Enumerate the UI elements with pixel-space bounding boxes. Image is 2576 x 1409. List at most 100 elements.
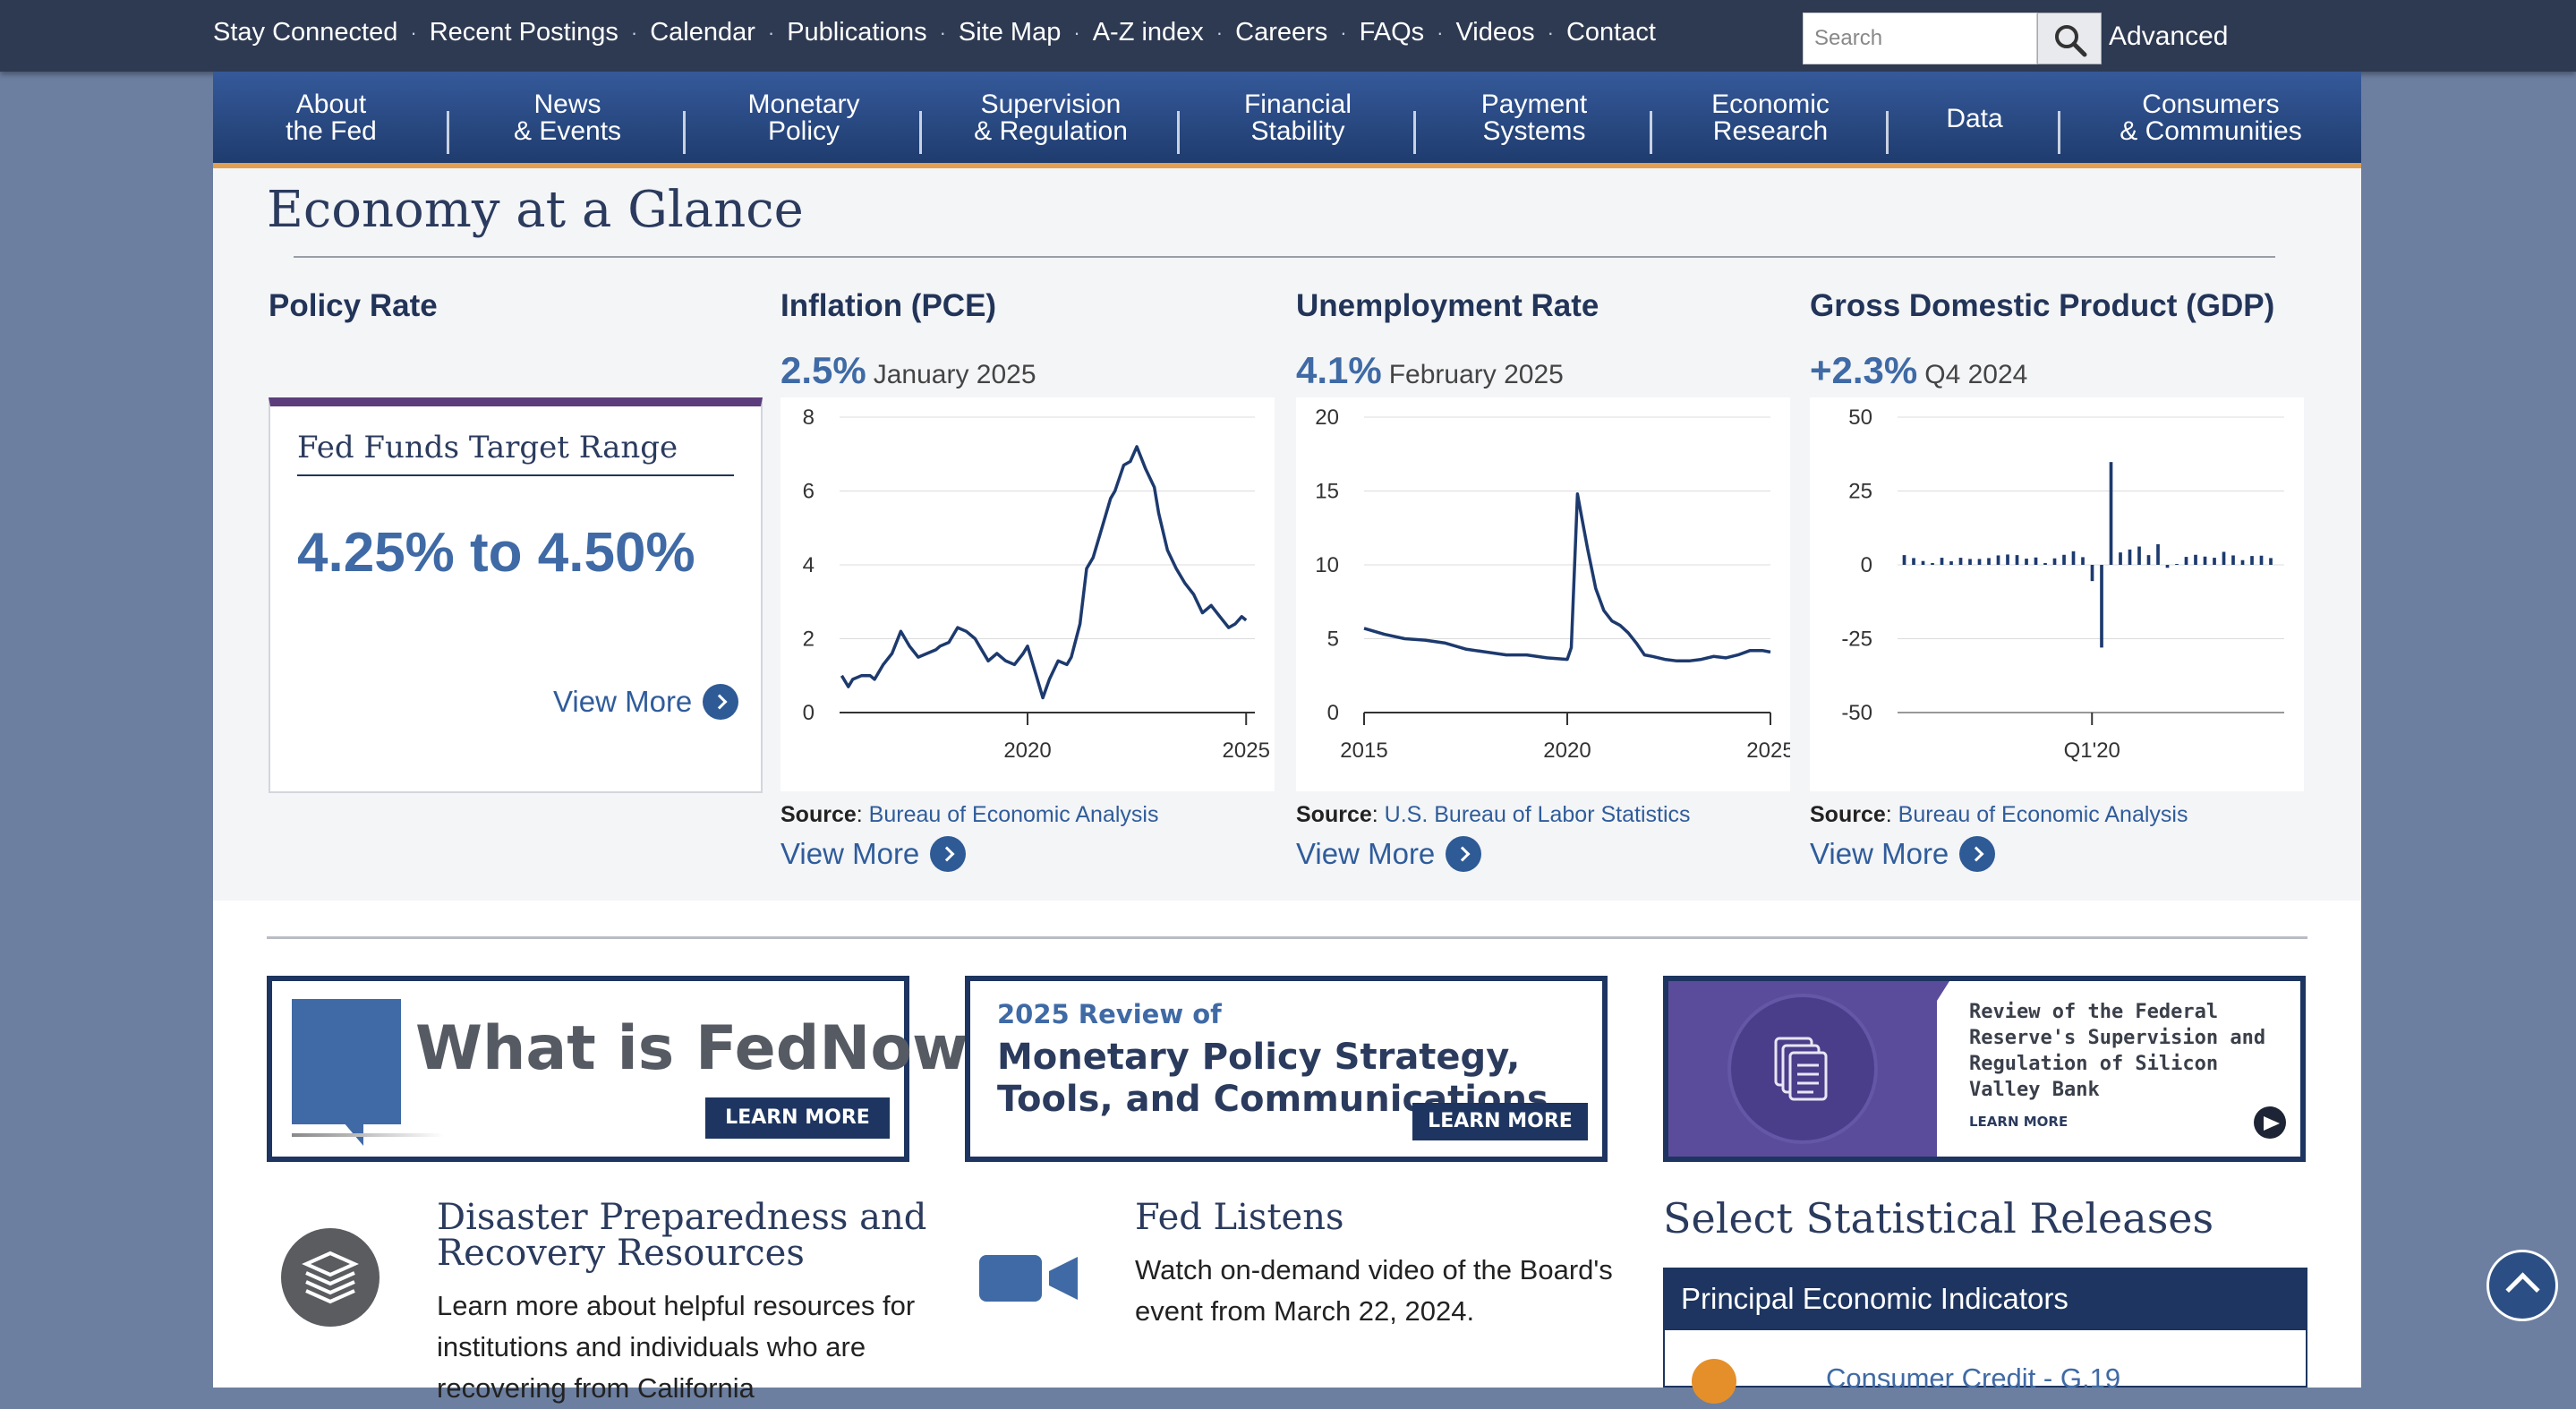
fed-listens-title[interactable]: Fed Listens <box>1135 1200 1343 1235</box>
bar <box>2240 559 2245 565</box>
inflation-view-more[interactable]: View More <box>780 836 967 872</box>
bar <box>2119 552 2122 565</box>
nav-label: About the Fed <box>286 90 377 146</box>
nav-financial-stability[interactable]: Financial Stability <box>1180 72 1416 163</box>
y-tick-label: 0 <box>803 701 815 725</box>
stack-icon <box>281 1228 380 1327</box>
arrow-right-icon <box>1959 836 1996 872</box>
divider <box>294 256 2275 258</box>
y-tick-label: 5 <box>1327 628 1339 652</box>
video-camera-icon <box>979 1255 1078 1302</box>
separator: · <box>630 21 638 44</box>
source-label: Source <box>1810 802 1886 827</box>
unemployment-period: February 2025 <box>1388 360 1564 389</box>
back-to-top-button[interactable] <box>2486 1250 2558 1321</box>
utility-link-contact[interactable]: Contact <box>1566 18 1656 47</box>
bar <box>2184 557 2188 565</box>
nav-news-events[interactable]: News & Events <box>449 72 686 163</box>
arrow-right-icon[interactable] <box>2254 1106 2286 1139</box>
policy-rate-heading: Policy Rate <box>269 288 438 323</box>
inflation-heading: Inflation (PCE) <box>780 288 997 323</box>
disaster-title[interactable]: Disaster Preparedness and Recovery Resou… <box>437 1200 938 1271</box>
unemployment-view-more[interactable]: View More <box>1296 836 1482 872</box>
y-tick-label: 15 <box>1315 480 1339 504</box>
nav-economic-research[interactable]: Economic Research <box>1652 72 1889 163</box>
bar <box>1921 560 1925 565</box>
svb-learn-more[interactable]: LEARN MORE <box>1969 1114 2068 1130</box>
bar <box>1940 558 1944 565</box>
utility-link-stay-connected[interactable]: Stay Connected <box>213 18 397 47</box>
search-input[interactable]: Search <box>1803 13 2037 64</box>
bar <box>1996 555 2000 565</box>
policy-rate-view-more[interactable]: View More <box>553 684 739 720</box>
search-button[interactable] <box>2037 13 2102 64</box>
unemployment-source: Source: U.S. Bureau of Labor Statistics <box>1296 802 1691 827</box>
x-tick-label: 2025 <box>1223 739 1270 763</box>
bar <box>2194 554 2197 565</box>
nav-supervision-regulation[interactable]: Supervision & Regulation <box>922 72 1180 163</box>
nav-about-the-fed[interactable]: About the Fed <box>213 72 449 163</box>
utility-link-az-index[interactable]: A-Z index <box>1093 18 1204 47</box>
unemployment-source-link[interactable]: U.S. Bureau of Labor Statistics <box>1385 802 1691 827</box>
utility-link-videos[interactable]: Videos <box>1455 18 1534 47</box>
stat-releases-header: Principal Economic Indicators <box>1665 1269 2306 1330</box>
utility-link-site-map[interactable]: Site Map <box>959 18 1061 47</box>
consumer-credit-link[interactable]: Consumer Credit - G.19 <box>1826 1362 2120 1395</box>
bar <box>2062 554 2066 565</box>
nav-label: Payment Systems <box>1480 90 1588 146</box>
nav-consumers-communities[interactable]: Consumers & Communities <box>2060 72 2361 163</box>
review-banner[interactable]: 2025 Review of Monetary Policy Strategy,… <box>965 976 1608 1162</box>
nav-label: Economic Research <box>1711 90 1830 146</box>
review-learn-more-button[interactable]: LEARN MORE <box>1412 1103 1588 1140</box>
inflation-chart: 0 2 4 6 8 2020 2025 <box>780 397 1275 791</box>
y-tick-label: 8 <box>803 406 815 430</box>
bar <box>1931 563 1934 565</box>
fed-funds-card: Fed Funds Target Range 4.25% to 4.50% Vi… <box>269 397 763 793</box>
bar <box>2213 558 2216 565</box>
bar <box>2250 556 2254 565</box>
bar <box>2165 565 2170 568</box>
utility-bar: Stay Connected · Recent Postings · Calen… <box>0 0 2576 72</box>
bar <box>2034 557 2038 565</box>
y-tick-label: 50 <box>1848 406 1872 430</box>
bar <box>1987 558 1991 565</box>
bar <box>2006 554 2009 565</box>
view-more-label: View More <box>1810 837 1949 870</box>
nav-label: Supervision & Regulation <box>974 90 1128 146</box>
series-line <box>1363 492 1771 663</box>
bar <box>1968 559 1972 565</box>
y-tick-label: -50 <box>1841 701 1872 725</box>
utility-link-publications[interactable]: Publications <box>787 18 926 47</box>
separator: · <box>1547 21 1554 44</box>
fednow-banner[interactable]: What is FedNow? LEARN MORE <box>267 976 1003 1162</box>
gdp-value: +2.3% <box>1810 349 1918 391</box>
gdp-source-link[interactable]: Bureau of Economic Analysis <box>1898 802 2188 827</box>
nav-data[interactable]: Data <box>1889 72 2060 163</box>
x-tick-label: Q1'20 <box>2064 739 2120 763</box>
nav-monetary-policy[interactable]: Monetary Policy <box>686 72 922 163</box>
gdp-metric: +2.3% Q4 2024 <box>1810 349 2027 392</box>
x-tick-label: 2020 <box>1003 739 1051 763</box>
gdp-source: Source: Bureau of Economic Analysis <box>1810 802 2188 827</box>
utility-links: Stay Connected · Recent Postings · Calen… <box>213 18 1656 47</box>
utility-link-calendar[interactable]: Calendar <box>650 18 755 47</box>
fed-listens-text: Watch on-demand video of the Board's eve… <box>1135 1254 1613 1327</box>
advanced-search-link[interactable]: Advanced <box>2109 21 2228 52</box>
bar <box>1949 561 1953 565</box>
bar <box>2128 549 2132 565</box>
inflation-source-link[interactable]: Bureau of Economic Analysis <box>869 802 1159 827</box>
utility-link-careers[interactable]: Careers <box>1235 18 1327 47</box>
inflation-period: January 2025 <box>873 360 1036 389</box>
series-line <box>840 445 1248 700</box>
fednow-learn-more-button[interactable]: LEARN MORE <box>705 1097 890 1139</box>
inflation-value: 2.5% <box>780 349 866 391</box>
gdp-view-more[interactable]: View More <box>1810 836 1996 872</box>
utility-link-recent-postings[interactable]: Recent Postings <box>430 18 618 47</box>
bubble-shadow <box>292 1133 444 1137</box>
utility-link-faqs[interactable]: FAQs <box>1360 18 1425 47</box>
svb-banner[interactable]: Review of the Federal Reserve's Supervis… <box>1663 976 2306 1162</box>
arrow-right-icon <box>703 684 739 720</box>
y-tick-label: 0 <box>1861 553 1872 577</box>
bar <box>1902 555 1906 565</box>
nav-payment-systems[interactable]: Payment Systems <box>1416 72 1652 163</box>
